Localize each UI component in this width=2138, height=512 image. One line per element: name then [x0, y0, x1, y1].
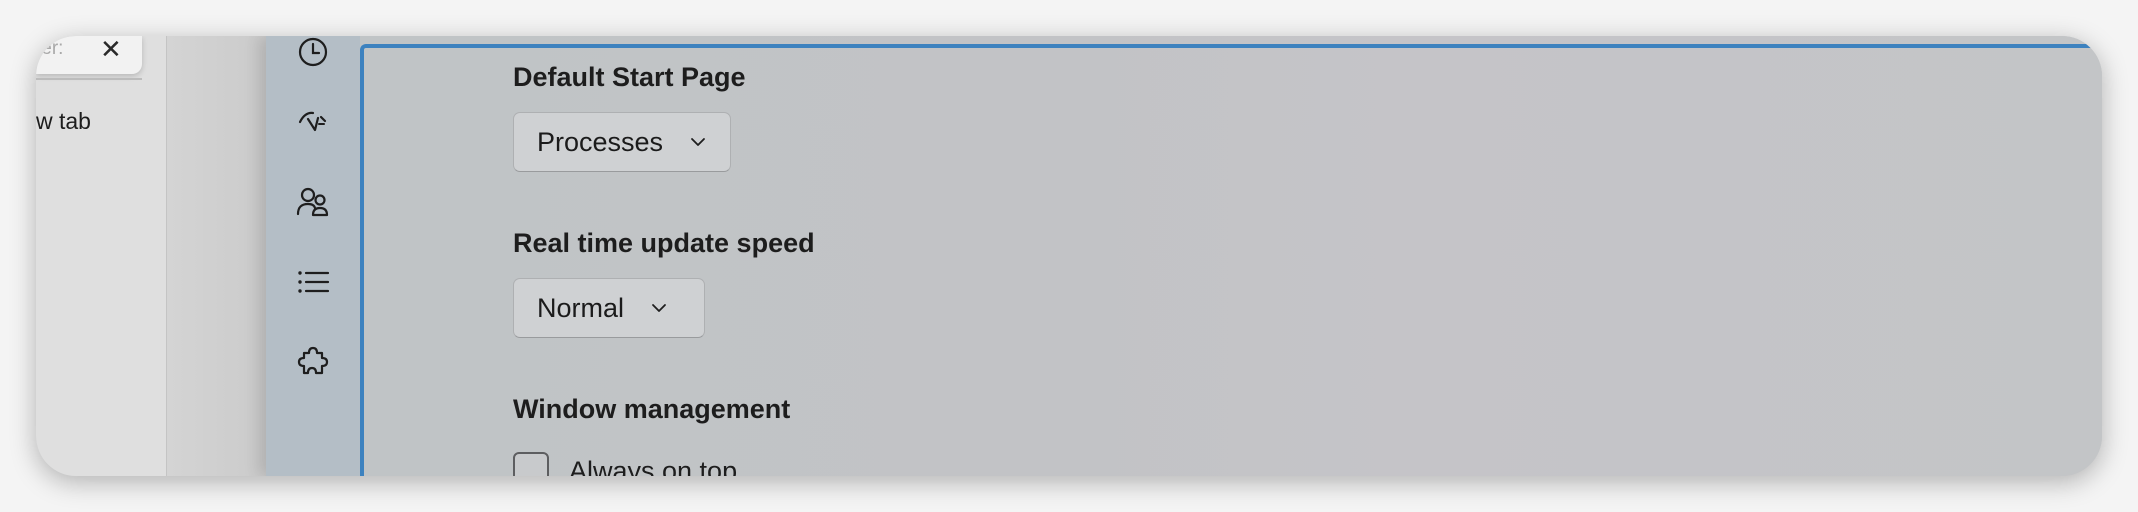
- chevron-down-icon: [691, 138, 705, 146]
- default-start-page-value: Processes: [537, 126, 664, 157]
- close-icon[interactable]: ✕: [100, 36, 122, 62]
- tab-divider: [36, 78, 142, 80]
- clock-history-icon: [298, 37, 328, 67]
- services-puzzle-icon: [297, 346, 329, 375]
- chevron-down-icon: [652, 304, 666, 312]
- users-icon: [296, 187, 329, 217]
- nav-item-details[interactable]: [266, 252, 360, 312]
- always-on-top-label[interactable]: Always on top: [569, 456, 737, 476]
- background-browser-window: ter: ✕ w tab: [36, 36, 166, 476]
- browser-tab[interactable]: ter: ✕: [36, 36, 142, 74]
- default-start-page-label: Default Start Page: [513, 62, 746, 92]
- update-speed-dropdown[interactable]: Normal: [513, 278, 705, 338]
- nav-item-app-history[interactable]: [266, 36, 360, 82]
- update-speed-label: Real time update speed: [513, 228, 815, 258]
- window-management-label: Window management: [513, 394, 791, 424]
- new-tab-item[interactable]: w tab: [36, 108, 91, 135]
- screen-frame: ter: ✕ w tab Default Start Page Processe…: [36, 36, 2102, 476]
- details-list-icon: [298, 271, 330, 293]
- startup-speedometer-icon: [298, 111, 327, 132]
- always-on-top-checkbox[interactable]: [513, 452, 549, 476]
- browser-tab-title: ter:: [36, 38, 64, 59]
- default-start-page-dropdown[interactable]: Processes: [513, 112, 731, 172]
- nav-rail: [266, 36, 360, 476]
- nav-item-startup-apps[interactable]: [266, 92, 360, 152]
- update-speed-value: Normal: [537, 292, 625, 323]
- nav-item-users[interactable]: [266, 172, 360, 232]
- nav-item-services[interactable]: [266, 332, 360, 392]
